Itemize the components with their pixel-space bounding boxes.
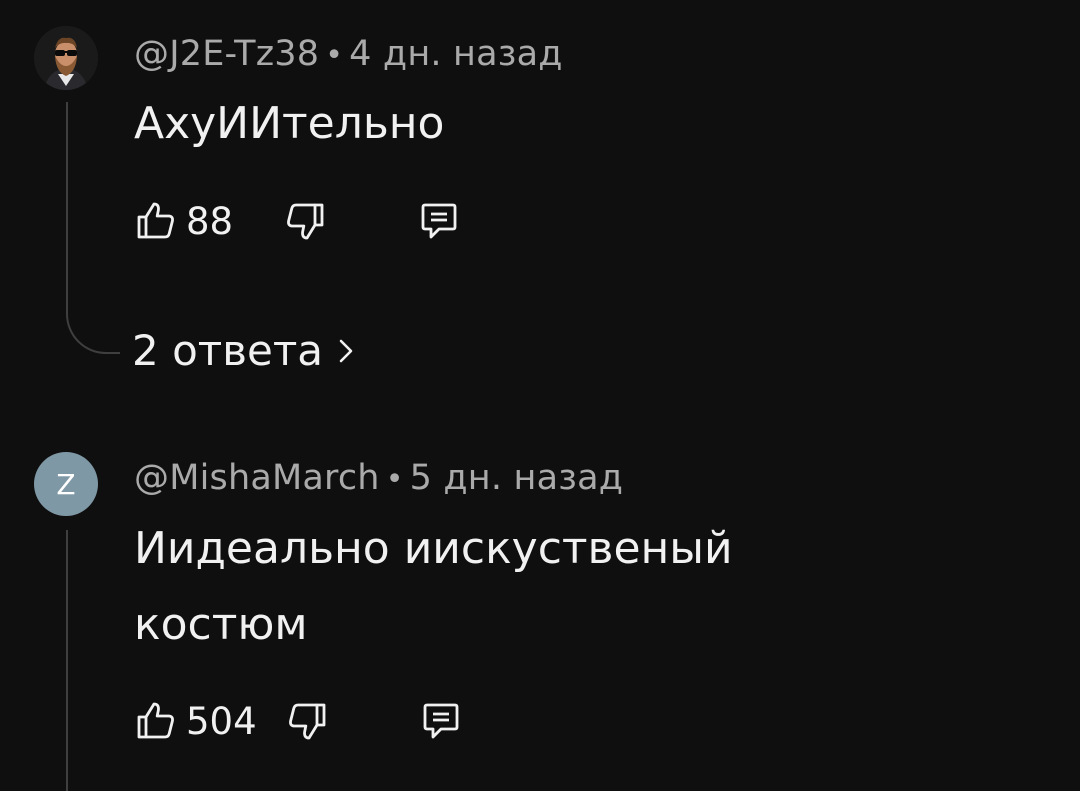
comment-text: Иидеально иискуственый костюм bbox=[134, 523, 733, 650]
thread-curve bbox=[66, 308, 120, 354]
like-button[interactable]: 88 bbox=[132, 197, 233, 245]
comment-icon bbox=[423, 703, 459, 739]
avatar[interactable] bbox=[34, 26, 98, 90]
author-name[interactable]: @J2E-Tz38 bbox=[134, 34, 319, 74]
comment-time: 4 дн. назад bbox=[349, 34, 563, 74]
avatar[interactable]: Z bbox=[34, 452, 98, 516]
avatar-photo-icon bbox=[34, 26, 98, 90]
comment-actions: 88 bbox=[132, 196, 463, 246]
thumb-down-icon bbox=[287, 203, 324, 240]
thumb-up-icon bbox=[137, 202, 174, 239]
like-button[interactable]: 504 bbox=[132, 697, 257, 745]
like-count: 504 bbox=[186, 699, 257, 743]
thumb-down-icon bbox=[288, 703, 326, 740]
meta-separator: • bbox=[385, 462, 404, 497]
like-count: 88 bbox=[186, 199, 234, 243]
dislike-button[interactable] bbox=[281, 197, 329, 245]
thread-line bbox=[66, 102, 68, 314]
comment-meta: @J2E-Tz38 • 4 дн. назад bbox=[134, 34, 563, 74]
meta-separator: • bbox=[325, 38, 344, 73]
avatar-letter: Z bbox=[56, 467, 76, 501]
reply-button[interactable] bbox=[415, 197, 463, 245]
author-name[interactable]: @MishaMarch bbox=[134, 458, 380, 498]
dislike-button[interactable] bbox=[283, 697, 331, 745]
replies-label: 2 ответа bbox=[132, 326, 324, 375]
chevron-right-icon bbox=[339, 339, 353, 362]
comment-time: 5 дн. назад bbox=[409, 458, 624, 498]
comment-text: АхуИИтельно bbox=[134, 98, 445, 149]
thread-line bbox=[66, 530, 68, 791]
reply-button[interactable] bbox=[417, 697, 465, 745]
comment-meta: @MishaMarch • 5 дн. назад bbox=[134, 458, 623, 498]
replies-button[interactable]: 2 ответа bbox=[132, 326, 355, 375]
comment-actions: 504 bbox=[132, 696, 465, 746]
comment-icon bbox=[421, 203, 457, 239]
thumb-up-icon bbox=[137, 702, 174, 739]
